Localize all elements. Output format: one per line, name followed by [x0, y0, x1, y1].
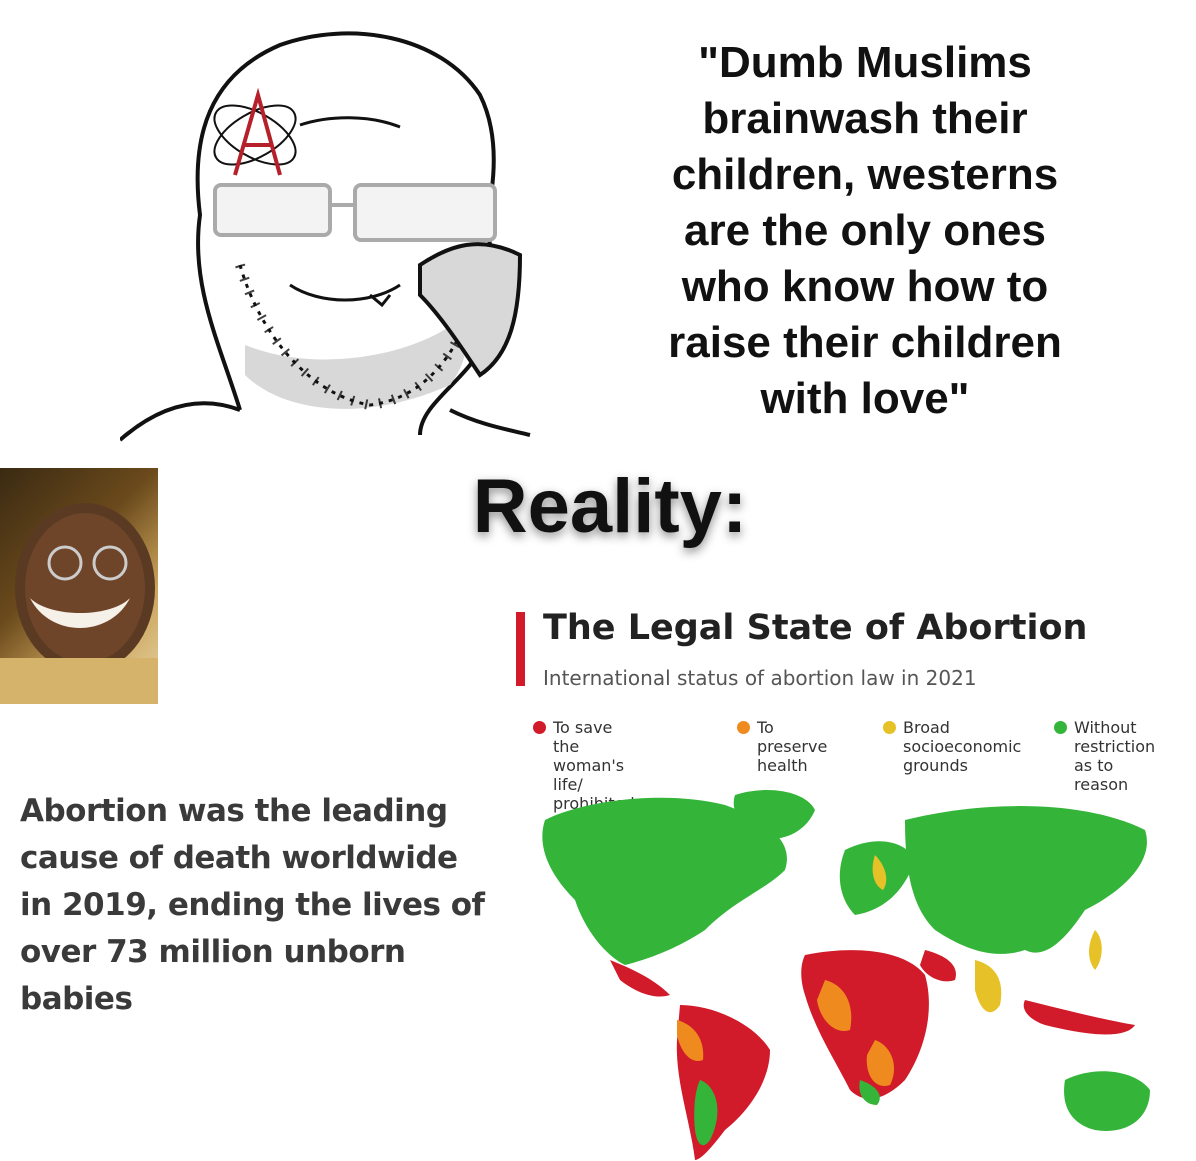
north-america — [542, 790, 815, 997]
reality-heading: Reality: — [472, 464, 748, 549]
orange-dot-icon — [737, 721, 750, 734]
red-dot-icon — [533, 721, 546, 734]
asia — [905, 806, 1147, 1035]
legend-label: To preserve health — [757, 718, 828, 775]
abortion-stat-text: Abortion was the leading cause of death … — [20, 793, 485, 1017]
world-map — [542, 790, 1150, 1160]
europe — [839, 841, 915, 915]
green-dot-icon — [1054, 721, 1067, 734]
yellow-dot-icon — [883, 721, 896, 734]
wojak-drawing — [120, 31, 531, 442]
africa — [801, 950, 929, 1105]
south-america — [676, 1005, 770, 1160]
chart-title: The Legal State of Abortion — [543, 608, 1088, 648]
man-photo — [0, 468, 158, 704]
australia — [1064, 1071, 1150, 1131]
chart-accent-bar — [516, 612, 525, 686]
legend-label: Broad socioeconomic grounds — [903, 718, 1022, 775]
quote-text: "Dumb Muslims brainwash their children, … — [668, 38, 1062, 423]
chart-subtitle: International status of abortion law in … — [543, 666, 977, 690]
